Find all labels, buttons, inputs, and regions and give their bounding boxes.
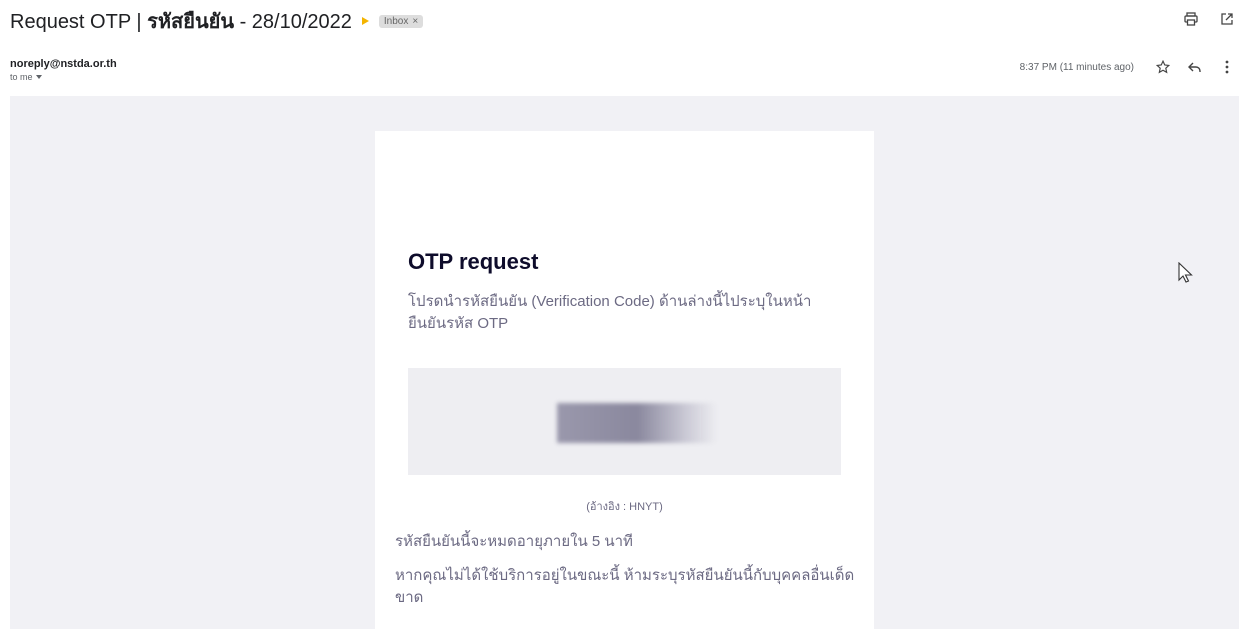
email-card: OTP request โปรดนำรหัสยืนยัน (Verificati… [375,131,874,629]
star-icon[interactable] [1154,58,1172,76]
important-marker-icon[interactable] [361,17,369,25]
otp-intro: โปรดนำรหัสยืนยัน (Verification Code) ด้า… [408,293,812,332]
more-vert-icon[interactable] [1218,58,1236,76]
subject-row: Request OTP | รหัสยืนยัน - 28/10/2022 In… [10,8,1236,34]
reply-icon[interactable] [1186,58,1204,76]
email-subject: Request OTP | รหัสยืนยัน - 28/10/2022 [10,5,352,37]
sender-row: noreply@nstda.or.th to me 8:37 PM (11 mi… [10,58,1236,92]
otp-expiry-notice: รหัสยืนยันนี้จะหมดอายุภายใน 5 นาที [395,533,633,550]
remove-label-button[interactable]: × [412,16,418,27]
otp-warning: หากคุณไม่ได้ใช้บริการอยู่ในขณะนี้ ห้ามระ… [395,567,855,606]
message-meta: 8:37 PM (11 minutes ago) [1020,58,1236,76]
subject-suffix: - 28/10/2022 [234,11,352,33]
otp-heading: OTP request [408,249,539,274]
message-time: 8:37 PM (11 minutes ago) [1019,61,1134,73]
otp-reference: (อ้างอิง : HNYT) [586,501,663,513]
inbox-label-text: Inbox [383,15,409,27]
blurred-otp-code [557,403,717,443]
open-in-new-window-icon[interactable] [1218,10,1236,28]
subject-thai: รหัสยืนยัน [147,11,235,33]
mouse-pointer-icon [1178,261,1194,289]
inbox-label: Inbox × [378,14,424,28]
top-actions [1182,10,1236,28]
otp-code-box [408,368,841,475]
chevron-down-icon [35,75,42,79]
to-me-text: to me [10,72,33,82]
subject-prefix: Request OTP | [10,11,148,33]
printer-icon[interactable] [1182,10,1200,28]
